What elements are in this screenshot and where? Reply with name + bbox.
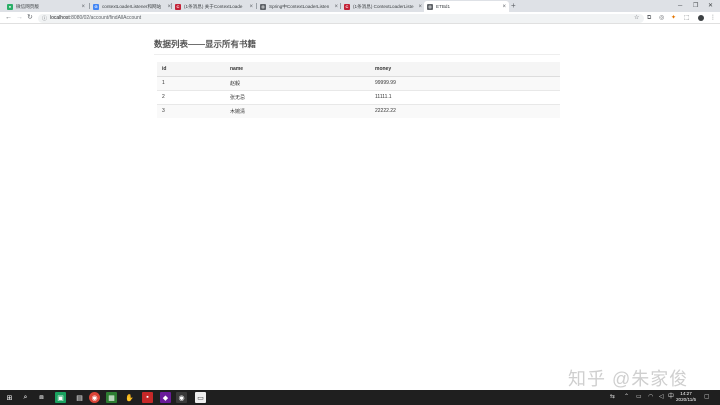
google-icon: G	[93, 3, 99, 10]
tab-google-search[interactable]: G contextLoaderListener和网站 ×	[90, 1, 174, 12]
url-host: localhost	[50, 15, 70, 21]
cell-name: 赵毅	[225, 75, 370, 90]
extension-icon[interactable]: ◎	[659, 12, 664, 24]
cell-name: 木婉清	[225, 103, 370, 118]
cell-id: 1	[157, 75, 225, 90]
notification-icon[interactable]: ▢	[704, 390, 710, 405]
page-content: 数据列表——显示所有书籍 id name money 1 赵毅 99999.99…	[0, 25, 720, 390]
bookmark-star-icon[interactable]: ☆	[634, 12, 639, 24]
tab-title: (1条消息) ContextLoaderListe	[353, 3, 414, 9]
cell-money: 99999.99	[370, 75, 560, 90]
divider	[154, 54, 560, 55]
tray-icon[interactable]: ▭	[636, 390, 642, 405]
windows-taskbar: ⊞ ⌕ ⧈ ▣ ▤ ◉ ▦ ✋ ▪ ◆ ◉ ▭ ⇆ ⌃ ▭ ◠ ◁ 中 14:2…	[0, 390, 720, 405]
info-icon[interactable]: ⓘ	[42, 15, 47, 22]
ime-icon[interactable]: 中	[668, 390, 674, 405]
zhihu-watermark: 知乎 @朱家俊	[568, 369, 689, 389]
cell-name: 张无忌	[225, 89, 370, 104]
search-icon[interactable]: ⌕	[20, 392, 31, 403]
tab-title: Spring中ContextLoaderListen	[269, 3, 330, 9]
wechat-icon: ●	[7, 3, 13, 10]
globe-icon: ◍	[427, 3, 433, 10]
table-row: 2 张无忌 11111.1	[157, 89, 560, 104]
minimize-icon[interactable]: ─	[678, 1, 682, 11]
page-title: 数据列表——显示所有书籍	[154, 39, 257, 49]
app-icon[interactable]: ✋	[124, 392, 135, 403]
menu-kebab-icon[interactable]: ⋮	[710, 12, 716, 24]
ide-icon[interactable]: ◆	[160, 392, 171, 403]
forward-icon[interactable]: →	[16, 12, 23, 24]
cell-id: 2	[157, 89, 225, 104]
extension-icon[interactable]: ✦	[671, 12, 676, 24]
tab-title: (1条消息) 关于ContextLoade	[184, 3, 243, 9]
tab-spring[interactable]: ◍ Spring中ContextLoaderListen ×	[257, 1, 341, 12]
column-header-money: money	[370, 62, 560, 77]
clock-date: 2020/11/5	[676, 397, 697, 402]
extension-icon[interactable]: ⧉	[647, 12, 651, 24]
tab-csdn-2[interactable]: C (1条消息) ContextLoaderListe ×	[341, 1, 425, 12]
tab-csdn-1[interactable]: C (1条消息) 关于ContextLoade ×	[172, 1, 256, 12]
close-icon[interactable]: ×	[502, 4, 506, 10]
app-icon[interactable]: ▪	[142, 392, 153, 403]
browser-toolbar: ← → ↻ ⓘ localhost:8080/02/account/findAl…	[0, 12, 720, 24]
extensions-puzzle-icon[interactable]: ⬚	[684, 12, 690, 24]
chrome-icon[interactable]: ◉	[176, 392, 187, 403]
tab-wechat[interactable]: ● 微信网页版 ×	[4, 1, 88, 12]
url-path: :8080/02/account/findAllAccount	[69, 15, 142, 21]
chrome-icon[interactable]: ◉	[89, 392, 100, 403]
wifi-icon[interactable]: ◠	[648, 390, 653, 405]
excel-icon[interactable]: ▦	[106, 392, 117, 403]
close-icon[interactable]: ×	[418, 4, 422, 10]
tab-active[interactable]: ◍ ETBd1 ×	[424, 1, 509, 12]
maximize-icon[interactable]: ❐	[693, 1, 698, 11]
network-icon[interactable]: ⇆	[610, 390, 615, 405]
tab-title: contextLoaderListener和网站	[102, 3, 162, 9]
close-window-icon[interactable]: ✕	[708, 1, 713, 11]
table-row: 3 木婉清 22222.22	[157, 103, 560, 118]
volume-icon[interactable]: ◁	[659, 390, 664, 405]
close-icon[interactable]: ×	[81, 4, 85, 10]
cell-id: 3	[157, 103, 225, 118]
cell-money: 22222.22	[370, 103, 560, 118]
browser-tab-strip: ● 微信网页版 × G contextLoaderListener和网站 × C…	[0, 0, 720, 12]
address-bar[interactable]: ⓘ localhost:8080/02/account/findAllAccou…	[38, 13, 644, 23]
folder-icon[interactable]: ▤	[74, 392, 85, 403]
chevron-up-icon[interactable]: ⌃	[624, 390, 629, 405]
reload-icon[interactable]: ↻	[27, 12, 33, 24]
table-header-row: id name money	[157, 62, 560, 77]
tab-title: 微信网页版	[16, 3, 39, 9]
csdn-icon: C	[344, 3, 350, 10]
table-row: 1 赵毅 99999.99	[157, 75, 560, 90]
back-icon[interactable]: ←	[5, 12, 12, 24]
column-header-name: name	[225, 62, 370, 77]
new-tab-button[interactable]: +	[511, 1, 516, 11]
task-view-icon[interactable]: ⧈	[36, 392, 47, 403]
close-icon[interactable]: ×	[249, 4, 253, 10]
taskbar-clock[interactable]: 14:27 2020/11/5	[676, 391, 696, 403]
csdn-icon: C	[175, 3, 181, 10]
windows-start-icon[interactable]: ⊞	[4, 392, 15, 403]
profile-avatar[interactable]	[698, 15, 704, 21]
cell-money: 11111.1	[370, 89, 560, 104]
column-header-id: id	[157, 62, 225, 77]
accounts-table: id name money 1 赵毅 99999.99 2 张无忌 11111.…	[157, 62, 560, 118]
notepad-icon[interactable]: ▭	[195, 392, 206, 403]
tab-title: ETBd1	[436, 4, 451, 9]
globe-icon: ◍	[260, 3, 266, 10]
close-icon[interactable]: ×	[334, 4, 338, 10]
app-icon[interactable]: ▣	[55, 392, 66, 403]
